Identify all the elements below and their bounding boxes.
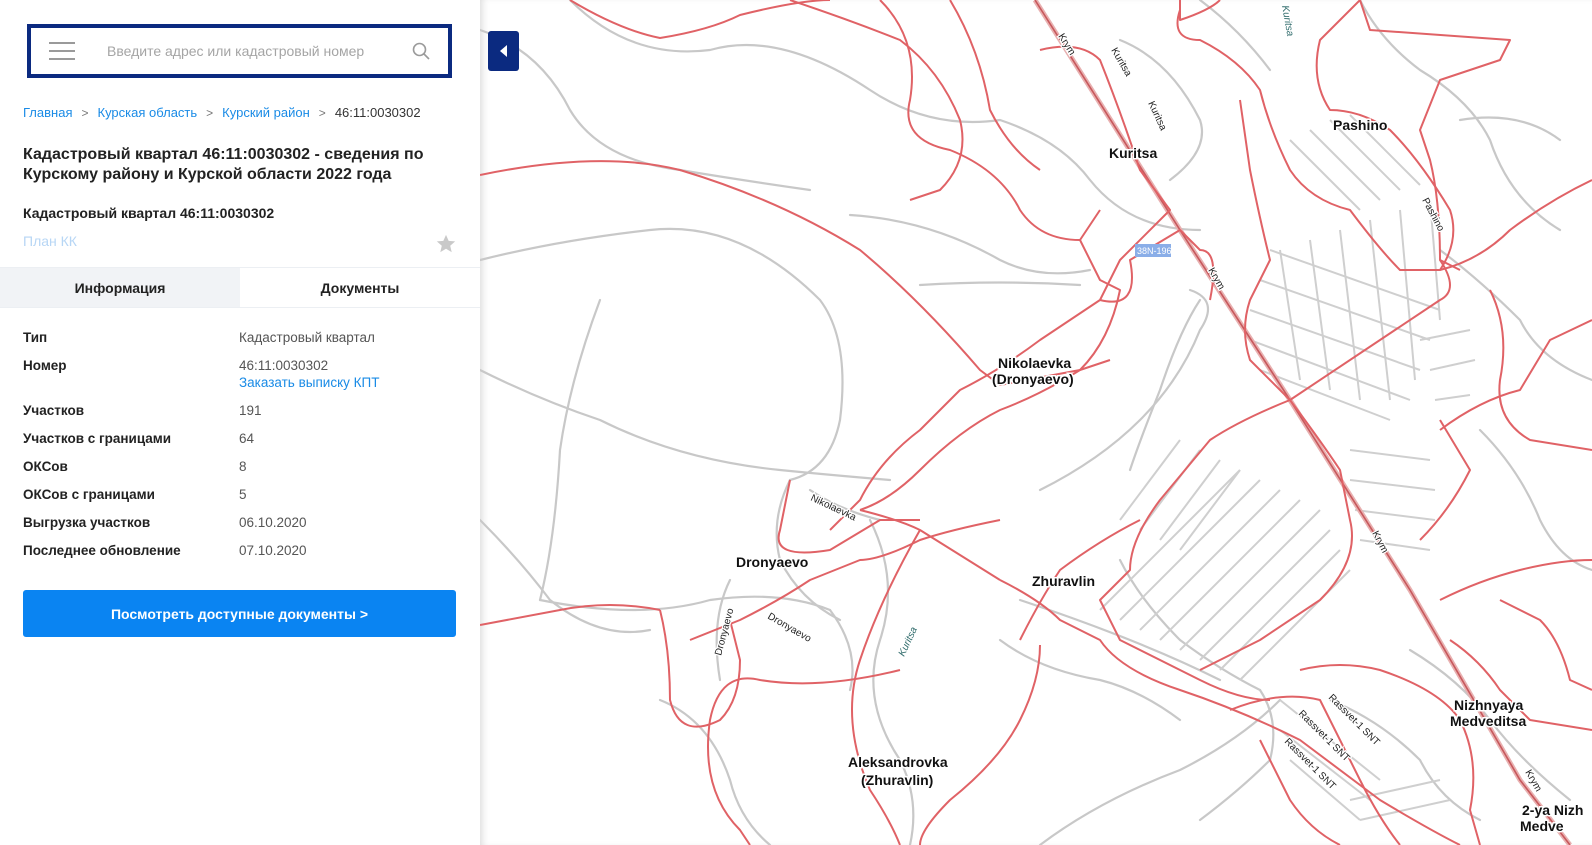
star-icon[interactable] [435,233,457,255]
info-value: 8 [239,459,247,474]
info-row-parcels: Участков 191 [23,403,463,419]
place-label: Nizhnyaya [1454,697,1523,713]
street-label: Kuritsa [1145,100,1168,133]
info-key: Выгрузка участков [23,515,151,530]
info-row-number: Номер 46:11:0030302 Заказать выписку КПТ [23,358,463,391]
breadcrumb-link-home[interactable]: Главная [23,105,72,120]
search-input[interactable] [107,43,397,59]
breadcrumb-current: 46:11:0030302 [334,105,421,120]
info-row-type: Тип Кадастровый квартал [23,330,463,346]
breadcrumb-link-district[interactable]: Курский район [222,105,310,120]
snt-grid-layer [1099,114,1476,821]
info-row-oks: ОКСов 8 [23,459,463,475]
info-value-cell: 46:11:0030302 Заказать выписку КПТ [239,358,379,391]
place-label: 2-ya Nizh [1522,802,1583,818]
parcel-borders-layer [480,0,1592,845]
chevron-left-icon [499,45,507,57]
collapse-sidebar-button[interactable] [488,31,519,71]
order-kpt-link[interactable]: Заказать выписку КПТ [239,375,379,391]
street-label: Krym [1205,266,1226,292]
tab-information[interactable]: Информация [0,268,240,307]
info-value: 5 [239,487,247,502]
place-label: Dronyaevo [736,554,808,570]
search-icon[interactable] [412,42,430,60]
info-key: Последнее обновление [23,543,181,558]
plan-link[interactable]: План КК [23,233,77,249]
view-documents-button[interactable]: Посмотреть доступные документы > [23,590,456,637]
search-bar [27,24,452,78]
info-row-oks-bounded: ОКСов с границами 5 [23,487,463,503]
breadcrumb-separator: > [318,105,326,120]
info-value: 191 [239,403,262,418]
page-title: Кадастровый квартал 46:11:0030302 - свед… [23,146,424,183]
map-view[interactable]: Pashino Kuritsa Nikolaevka (Dronyaevo) D… [480,0,1592,845]
place-label: (Dronyaevo) [992,371,1074,387]
street-label: Kuritsa [1108,46,1133,79]
tabs: Информация Документы [0,267,480,308]
info-value: 64 [239,431,255,446]
place-label: Kuritsa [1109,145,1157,161]
info-key: ОКСов [23,459,68,474]
place-label: Zhuravlin [1032,573,1095,589]
water-label: Kuritsa [897,625,920,658]
info-table: Тип Кадастровый квартал Номер 46:11:0030… [23,330,463,571]
info-value: 07.10.2020 [239,543,307,558]
place-label: Medveditsa [1450,713,1526,729]
road-shield-label: 38N-196 [1137,246,1172,256]
place-label: Pashino [1333,117,1387,133]
info-key: Участков [23,403,84,418]
street-label: Krym [1055,32,1077,58]
breadcrumb-separator: > [81,105,89,120]
info-key: Участков с границами [23,431,172,446]
sub-title: Кадастровый квартал 46:11:0030302 [23,205,275,221]
info-key: Номер [23,358,67,373]
water-label: Kuritsa [1279,5,1295,38]
place-label: Aleksandrovka [848,754,948,770]
breadcrumb: Главная > Курская область > Курский райо… [23,105,421,120]
breadcrumb-link-region[interactable]: Курская область [98,105,198,120]
place-label: Nikolaevka [998,355,1071,371]
info-value: Кадастровый квартал [239,330,375,345]
info-key: Тип [23,330,48,345]
info-row-parcels-bounded: Участков с границами 64 [23,431,463,447]
place-label: (Zhuravlin) [861,772,933,788]
sidebar: Главная > Курская область > Курский райо… [0,0,480,845]
menu-icon[interactable] [49,42,75,60]
info-row-export: Выгрузка участков 06.10.2020 [23,515,463,531]
place-label: Medve [1520,818,1564,834]
info-key: ОКСов с границами [23,487,155,502]
street-label: Dronyaevo [766,611,814,645]
info-row-updated: Последнее обновление 07.10.2020 [23,543,463,559]
roads-layer [480,0,1592,845]
tab-documents[interactable]: Документы [240,268,480,307]
breadcrumb-separator: > [206,105,214,120]
info-value: 46:11:0030302 [239,358,329,373]
info-value: 06.10.2020 [239,515,307,530]
map-canvas[interactable]: Pashino Kuritsa Nikolaevka (Dronyaevo) D… [480,0,1592,845]
